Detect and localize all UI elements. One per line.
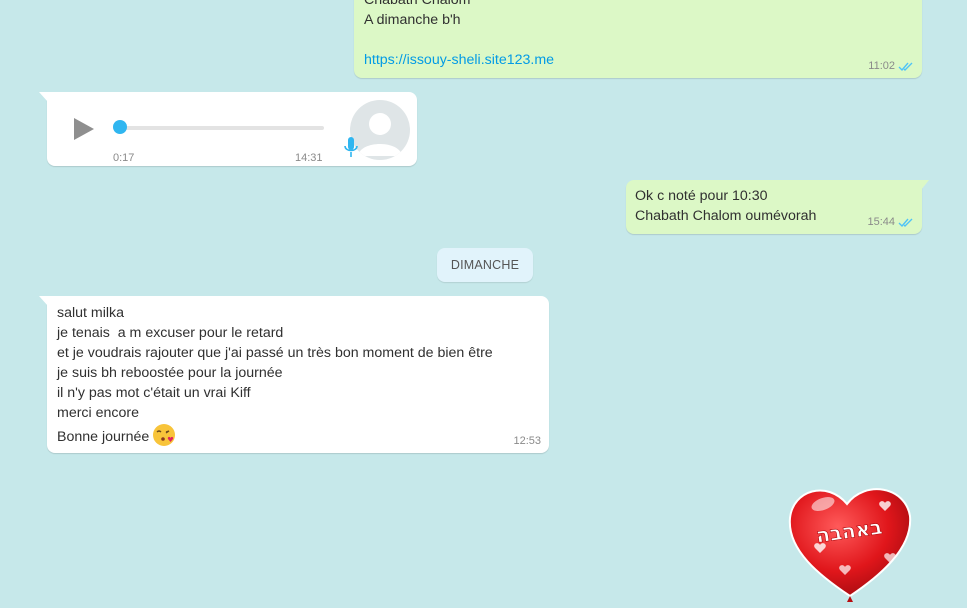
voice-progress-track[interactable] bbox=[115, 126, 324, 130]
default-avatar-icon bbox=[358, 113, 402, 156]
message-line: je tenais a m excuser pour le retard bbox=[57, 325, 284, 341]
message-time: 12:53 bbox=[513, 435, 541, 447]
message-line-last: Bonne journée bbox=[57, 423, 540, 447]
message-meta: 12:53 bbox=[513, 434, 541, 448]
heart-balloon-sticker[interactable]: באהבה bbox=[785, 478, 915, 608]
message-line: merci encore bbox=[57, 405, 140, 421]
chat-pane: Chabath Chalom A dimanche b'h https://is… bbox=[0, 0, 967, 608]
message-text: Bonne journée bbox=[57, 429, 150, 445]
incoming-voice-message[interactable]: 0:17 14:31 bbox=[39, 92, 417, 166]
message-meta: 15:44 bbox=[867, 215, 914, 229]
double-check-icon bbox=[898, 62, 913, 71]
message-line: Chabath Chalom bbox=[364, 0, 471, 8]
message-time: 14:31 bbox=[295, 152, 323, 164]
play-icon[interactable] bbox=[69, 115, 97, 143]
voice-duration: 0:17 bbox=[113, 152, 135, 164]
message-line: il n'y pas mot c'était un vrai Kiff bbox=[57, 385, 251, 401]
outgoing-message[interactable]: Chabath Chalom A dimanche b'h https://is… bbox=[354, 0, 922, 78]
message-line: salut milka bbox=[57, 305, 125, 321]
double-check-icon bbox=[898, 218, 913, 227]
message-link[interactable]: https://issouy-sheli.site123.me bbox=[364, 50, 913, 70]
message-line: je suis bh reboostée pour la journée bbox=[57, 365, 283, 381]
microphone-icon bbox=[344, 137, 358, 157]
face-blowing-kiss-icon bbox=[153, 424, 176, 446]
message-time: 11:02 bbox=[868, 60, 895, 72]
message-line: Ok c noté pour 10:30 bbox=[635, 188, 768, 204]
date-divider: DIMANCHE bbox=[437, 248, 533, 282]
message-time: 15:44 bbox=[867, 216, 895, 228]
voice-progress-knob[interactable] bbox=[113, 120, 127, 134]
message-line: et je voudrais rajouter que j'ai passé u… bbox=[57, 345, 493, 361]
message-meta: 11:02 bbox=[868, 59, 914, 73]
outgoing-message[interactable]: Ok c noté pour 10:30 Chabath Chalom oumé… bbox=[626, 180, 929, 234]
avatar bbox=[350, 100, 410, 160]
message-line bbox=[364, 30, 913, 50]
message-line: A dimanche b'h bbox=[364, 12, 461, 28]
incoming-message[interactable]: salut milka je tenais a m excuser pour l… bbox=[39, 296, 549, 453]
